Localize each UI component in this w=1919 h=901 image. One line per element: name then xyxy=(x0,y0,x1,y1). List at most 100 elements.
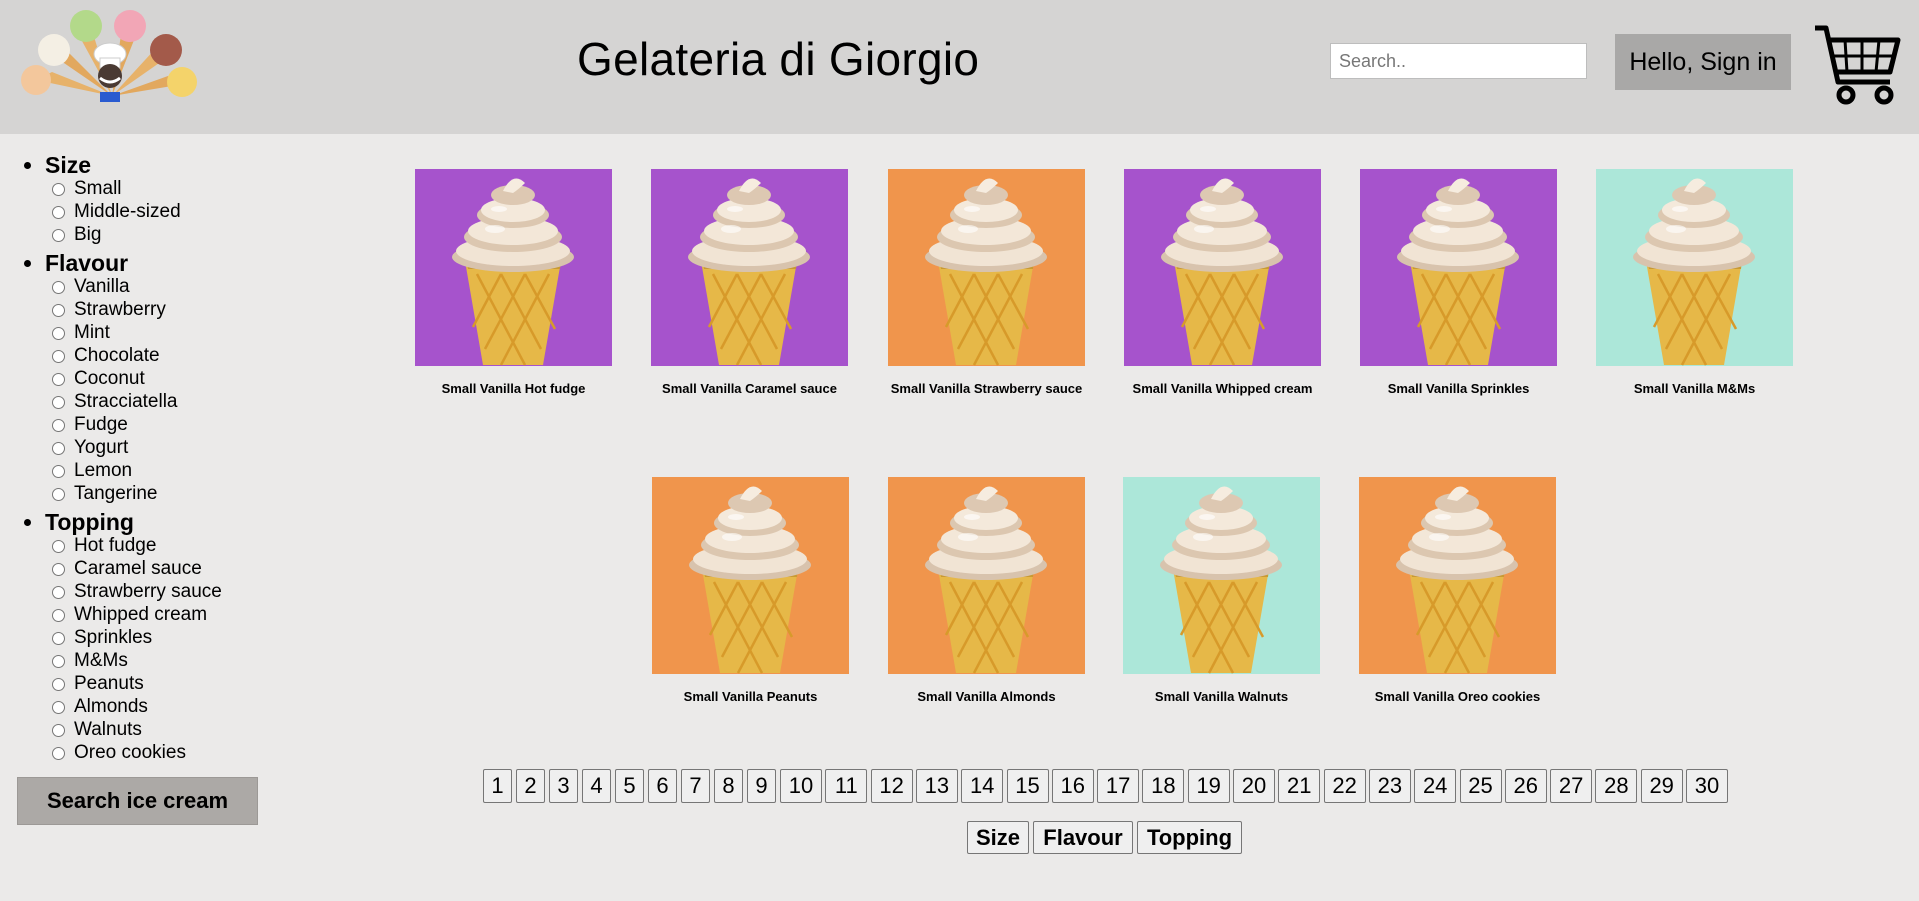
radio-button[interactable] xyxy=(52,747,65,760)
radio-button[interactable] xyxy=(52,563,65,576)
page-button[interactable]: 17 xyxy=(1097,769,1140,803)
product-card[interactable]: Small Vanilla Walnuts xyxy=(1123,477,1320,704)
radio-button[interactable] xyxy=(52,327,65,340)
page-button[interactable]: 30 xyxy=(1686,769,1728,803)
page-button[interactable]: 20 xyxy=(1233,769,1275,803)
filter-option[interactable]: Hot fudge xyxy=(0,534,290,557)
gelato-chef-logo[interactable] xyxy=(16,8,204,106)
filter-option[interactable]: Strawberry sauce xyxy=(0,580,290,603)
ice-cream-cone-icon[interactable] xyxy=(1360,169,1557,366)
sign-in-button[interactable]: Hello, Sign in xyxy=(1615,34,1791,90)
page-button[interactable]: 2 xyxy=(516,769,545,803)
radio-button[interactable] xyxy=(52,183,65,196)
radio-button[interactable] xyxy=(52,701,65,714)
filter-option[interactable]: Sprinkles xyxy=(0,626,290,649)
filter-option[interactable]: Mint xyxy=(0,321,290,344)
product-name[interactable]: Small Vanilla Strawberry sauce xyxy=(888,381,1085,396)
page-button[interactable]: 14 xyxy=(961,769,1004,803)
ice-cream-cone-icon[interactable] xyxy=(652,477,849,674)
product-name[interactable]: Small Vanilla Walnuts xyxy=(1123,689,1320,704)
radio-button[interactable] xyxy=(52,350,65,363)
page-button[interactable]: 11 xyxy=(825,769,868,803)
page-button[interactable]: 8 xyxy=(714,769,743,803)
radio-button[interactable] xyxy=(52,373,65,386)
ice-cream-cone-icon[interactable] xyxy=(1124,169,1321,366)
page-button[interactable]: 15 xyxy=(1006,769,1049,803)
filter-option[interactable]: Middle-sized xyxy=(0,200,290,223)
radio-button[interactable] xyxy=(52,488,65,501)
page-button[interactable]: 22 xyxy=(1323,769,1366,803)
product-card[interactable]: Small Vanilla Peanuts xyxy=(652,477,849,704)
page-button[interactable]: 24 xyxy=(1414,769,1457,803)
product-card[interactable]: Small Vanilla Hot fudge xyxy=(415,169,612,396)
page-button[interactable]: 16 xyxy=(1051,769,1094,803)
radio-button[interactable] xyxy=(52,281,65,294)
sort-size-button[interactable]: Size xyxy=(967,821,1029,854)
page-button[interactable]: 4 xyxy=(582,769,611,803)
radio-button[interactable] xyxy=(52,396,65,409)
product-name[interactable]: Small Vanilla Almonds xyxy=(888,689,1085,704)
ice-cream-cone-icon[interactable] xyxy=(1596,169,1793,366)
filter-option[interactable]: Oreo cookies xyxy=(0,741,290,764)
filter-option[interactable]: Coconut xyxy=(0,367,290,390)
radio-button[interactable] xyxy=(52,229,65,242)
filter-option[interactable]: Lemon xyxy=(0,459,290,482)
filter-option[interactable]: Chocolate xyxy=(0,344,290,367)
product-name[interactable]: Small Vanilla Whipped cream xyxy=(1124,381,1321,396)
page-button[interactable]: 3 xyxy=(549,769,578,803)
filter-option[interactable]: Yogurt xyxy=(0,436,290,459)
radio-button[interactable] xyxy=(52,586,65,599)
search-ice-cream-button[interactable]: Search ice cream xyxy=(17,777,258,825)
filter-option[interactable]: Almonds xyxy=(0,695,290,718)
product-card[interactable]: Small Vanilla Sprinkles xyxy=(1360,169,1557,396)
filter-option[interactable]: M&Ms xyxy=(0,649,290,672)
product-card[interactable]: Small Vanilla Whipped cream xyxy=(1124,169,1321,396)
page-button[interactable]: 12 xyxy=(870,769,913,803)
page-button[interactable]: 18 xyxy=(1142,769,1185,803)
filter-option[interactable]: Walnuts xyxy=(0,718,290,741)
product-card[interactable]: Small Vanilla Strawberry sauce xyxy=(888,169,1085,396)
radio-button[interactable] xyxy=(52,419,65,432)
filter-option[interactable]: Stracciatella xyxy=(0,390,290,413)
radio-button[interactable] xyxy=(52,304,65,317)
page-button[interactable]: 25 xyxy=(1459,769,1502,803)
filter-option[interactable]: Fudge xyxy=(0,413,290,436)
filter-option[interactable]: Caramel sauce xyxy=(0,557,290,580)
radio-button[interactable] xyxy=(52,655,65,668)
search-input[interactable] xyxy=(1330,43,1587,79)
radio-button[interactable] xyxy=(52,678,65,691)
page-button[interactable]: 19 xyxy=(1187,769,1230,803)
product-name[interactable]: Small Vanilla Hot fudge xyxy=(415,381,612,396)
radio-button[interactable] xyxy=(52,540,65,553)
filter-option[interactable]: Small xyxy=(0,177,290,200)
sort-flavour-button[interactable]: Flavour xyxy=(1033,821,1133,854)
filter-option[interactable]: Tangerine xyxy=(0,482,290,505)
product-card[interactable]: Small Vanilla Caramel sauce xyxy=(651,169,848,396)
product-name[interactable]: Small Vanilla M&Ms xyxy=(1596,381,1793,396)
ice-cream-cone-icon[interactable] xyxy=(415,169,612,366)
page-button[interactable]: 26 xyxy=(1504,769,1547,803)
page-button[interactable]: 29 xyxy=(1640,769,1683,803)
page-button[interactable]: 6 xyxy=(648,769,677,803)
radio-button[interactable] xyxy=(52,206,65,219)
radio-button[interactable] xyxy=(52,465,65,478)
page-button[interactable]: 23 xyxy=(1368,769,1411,803)
product-card[interactable]: Small Vanilla Oreo cookies xyxy=(1359,477,1556,704)
filter-option[interactable]: Whipped cream xyxy=(0,603,290,626)
page-button[interactable]: 27 xyxy=(1550,769,1593,803)
page-button[interactable]: 28 xyxy=(1595,769,1638,803)
page-button[interactable]: 21 xyxy=(1278,769,1321,803)
product-name[interactable]: Small Vanilla Oreo cookies xyxy=(1359,689,1556,704)
product-name[interactable]: Small Vanilla Caramel sauce xyxy=(651,381,848,396)
page-button[interactable]: 13 xyxy=(915,769,958,803)
radio-button[interactable] xyxy=(52,724,65,737)
ice-cream-cone-icon[interactable] xyxy=(1359,477,1556,674)
product-name[interactable]: Small Vanilla Sprinkles xyxy=(1360,381,1557,396)
product-name[interactable]: Small Vanilla Peanuts xyxy=(652,689,849,704)
page-button[interactable]: 7 xyxy=(681,769,710,803)
radio-button[interactable] xyxy=(52,442,65,455)
product-card[interactable]: Small Vanilla Almonds xyxy=(888,477,1085,704)
ice-cream-cone-icon[interactable] xyxy=(888,477,1085,674)
product-card[interactable]: Small Vanilla M&Ms xyxy=(1596,169,1793,396)
filter-option[interactable]: Strawberry xyxy=(0,298,290,321)
